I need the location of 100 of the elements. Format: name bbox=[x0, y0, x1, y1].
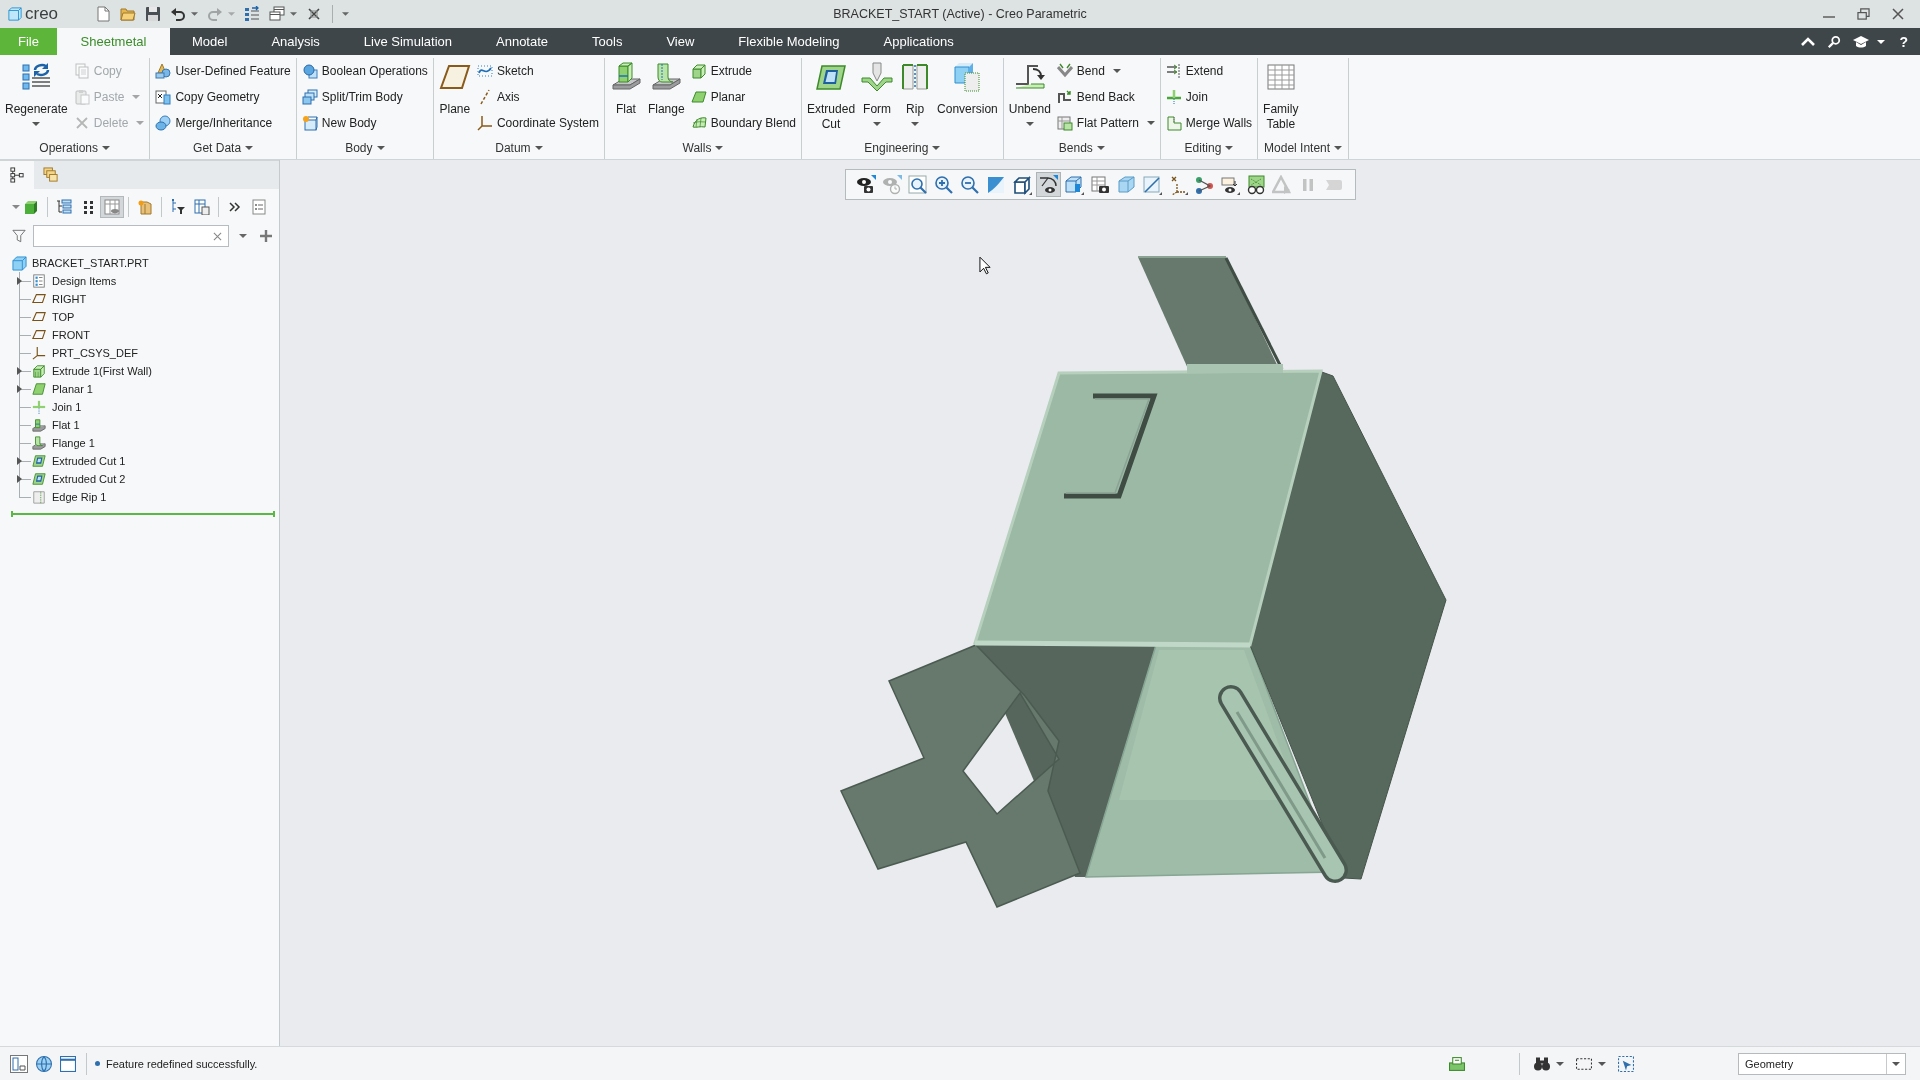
ribbon-button[interactable]: Coordinate System bbox=[475, 110, 600, 136]
tree-item[interactable]: Join 1 bbox=[32, 398, 82, 416]
tree-item[interactable]: Flange 1 bbox=[32, 434, 95, 452]
ribbon-button[interactable]: Conversion bbox=[936, 58, 999, 137]
ribbon-button[interactable]: Copy Geometry bbox=[154, 84, 292, 110]
expand-arrow-icon[interactable] bbox=[17, 475, 22, 483]
ribbon-button[interactable]: Plane bbox=[437, 58, 472, 137]
plate-cutout-icon bbox=[32, 472, 46, 486]
toolbar-button[interactable] bbox=[1035, 172, 1061, 197]
parallelogram-icon bbox=[32, 292, 46, 306]
group-menu-button[interactable]: Bends bbox=[1056, 141, 1107, 155]
panel-tab[interactable] bbox=[0, 161, 34, 189]
group-menu-button[interactable]: Editing bbox=[1182, 141, 1236, 155]
ribbon-button[interactable]: Flat bbox=[608, 58, 643, 137]
plate-icon bbox=[690, 89, 707, 105]
insert-marker-line[interactable] bbox=[11, 510, 275, 518]
clear-icon[interactable] bbox=[213, 231, 222, 241]
add-icon[interactable] bbox=[260, 230, 272, 242]
group-menu-button[interactable]: Body bbox=[343, 141, 387, 155]
ribbon-button[interactable]: New Body bbox=[300, 110, 429, 136]
group-menu-button[interactable]: Operations bbox=[37, 141, 113, 155]
ribbon-tab[interactable]: Applications bbox=[861, 28, 976, 55]
plate-icon bbox=[32, 382, 46, 396]
tree-item[interactable]: PRT_CSYS_DEF bbox=[32, 344, 138, 362]
ribbon-button[interactable]: Unbend bbox=[1007, 58, 1052, 137]
ribbon-button[interactable]: User-Defined Feature bbox=[154, 58, 292, 84]
ribbon-button[interactable]: Regenerate bbox=[4, 58, 69, 137]
expand-arrow-icon[interactable] bbox=[17, 457, 22, 465]
tree-filter-icon bbox=[170, 199, 186, 215]
window-title: BRACKET_START (Active) - Creo Parametric bbox=[833, 7, 1087, 21]
tree-item[interactable]: Planar 1 bbox=[32, 380, 93, 398]
group-menu-button[interactable]: Datum bbox=[493, 141, 545, 155]
group-menu-button[interactable]: Get Data bbox=[191, 141, 256, 155]
ribbon-button[interactable]: Flange bbox=[646, 58, 686, 137]
tree-item[interactable]: Extrude 1(First Wall) bbox=[32, 362, 152, 380]
flat-pattern-icon bbox=[1056, 115, 1073, 131]
caret-icon[interactable] bbox=[1877, 39, 1886, 44]
ribbon-button[interactable]: Rip bbox=[898, 58, 933, 137]
tree-item[interactable]: Flat 1 bbox=[32, 416, 80, 434]
eye-camera-icon bbox=[856, 174, 876, 195]
caret-icon[interactable] bbox=[342, 12, 350, 16]
tree-item[interactable]: Extruded Cut 1 bbox=[32, 452, 126, 470]
ribbon-button[interactable]: Family Table bbox=[1262, 58, 1300, 137]
page-copy-icon bbox=[155, 89, 172, 105]
caret-icon[interactable] bbox=[239, 234, 247, 238]
help-button[interactable]: ? bbox=[1897, 33, 1910, 50]
ribbon-button[interactable]: Merge Walls bbox=[1164, 110, 1254, 136]
flat-wall-icon bbox=[32, 418, 46, 432]
caret-icon[interactable] bbox=[290, 12, 298, 16]
ribbon-tab[interactable]: View bbox=[644, 28, 717, 55]
expand-arrow-icon[interactable] bbox=[17, 367, 22, 375]
caret-icon bbox=[1892, 1061, 1900, 1066]
pages-icon bbox=[73, 63, 90, 79]
tree-item[interactable]: RIGHT bbox=[32, 290, 87, 308]
tree-item[interactable]: Design Items bbox=[32, 272, 117, 290]
caret-icon[interactable] bbox=[1556, 1061, 1564, 1066]
ribbon-button[interactable]: Merge/Inheritance bbox=[154, 110, 292, 136]
group-menu-button[interactable]: Model Intent bbox=[1262, 141, 1345, 155]
group-menu-button[interactable]: Engineering bbox=[862, 141, 943, 155]
cubes-arrows-icon bbox=[20, 61, 53, 93]
ribbon-button[interactable]: Bend Back bbox=[1055, 84, 1156, 110]
ribbon-tab[interactable]: Model bbox=[170, 28, 250, 55]
ribbon-tab[interactable]: Annotate bbox=[474, 28, 571, 55]
tree-item[interactable]: Extruded Cut 2 bbox=[32, 470, 126, 488]
ribbon-tab[interactable]: Sheetmetal bbox=[57, 28, 170, 55]
ribbon-tab[interactable]: Live Simulation bbox=[341, 28, 474, 55]
ribbon-button[interactable]: Flat Pattern bbox=[1055, 110, 1156, 136]
toolbar-button[interactable] bbox=[1827, 34, 1842, 49]
ribbon-tab[interactable]: Flexible Modeling bbox=[716, 28, 862, 55]
expand-arrow-icon[interactable] bbox=[17, 385, 22, 393]
ribbon-button[interactable]: Extrude bbox=[689, 58, 798, 84]
caret-icon[interactable] bbox=[191, 12, 199, 16]
ribbon-button[interactable]: Form bbox=[860, 58, 895, 137]
ribbon-tab[interactable]: Tools bbox=[570, 28, 645, 55]
ribbon-button[interactable]: Extend bbox=[1164, 58, 1254, 84]
ribbon-button[interactable]: Bend bbox=[1055, 58, 1156, 84]
ribbon-button[interactable]: Sketch bbox=[475, 58, 600, 84]
tree-item[interactable]: BRACKET_START.PRT bbox=[12, 254, 149, 272]
toolbar-button[interactable] bbox=[1853, 35, 1870, 48]
ribbon-button[interactable]: Split/Trim Body bbox=[300, 84, 429, 110]
tree-item[interactable]: Edge Rip 1 bbox=[32, 488, 107, 506]
cube-logo-icon bbox=[8, 7, 22, 21]
ribbon-button[interactable]: Planar bbox=[689, 84, 798, 110]
expand-arrow-icon[interactable] bbox=[17, 277, 22, 285]
ribbon-button[interactable]: Boolean Operations bbox=[300, 58, 429, 84]
ribbon-button[interactable]: Axis bbox=[475, 84, 600, 110]
glasses-icon bbox=[1246, 174, 1266, 195]
ribbon-tab[interactable]: Analysis bbox=[249, 28, 342, 55]
search-field[interactable] bbox=[33, 225, 229, 247]
ribbon-button[interactable]: Extruded Cut bbox=[806, 58, 857, 137]
join-lines-icon bbox=[32, 400, 46, 414]
ribbon-button[interactable]: Boundary Blend bbox=[689, 110, 798, 136]
chevron-up-icon bbox=[1801, 36, 1816, 47]
tree-item[interactable]: FRONT bbox=[32, 326, 90, 344]
caret-icon[interactable] bbox=[1598, 1061, 1606, 1066]
panel-layout-icon bbox=[10, 1054, 28, 1073]
filter-dropdown[interactable]: Geometry bbox=[1738, 1052, 1906, 1075]
tree-item[interactable]: TOP bbox=[32, 308, 75, 326]
group-menu-button[interactable]: Walls bbox=[680, 141, 726, 155]
ribbon-button[interactable]: Join bbox=[1164, 84, 1254, 110]
